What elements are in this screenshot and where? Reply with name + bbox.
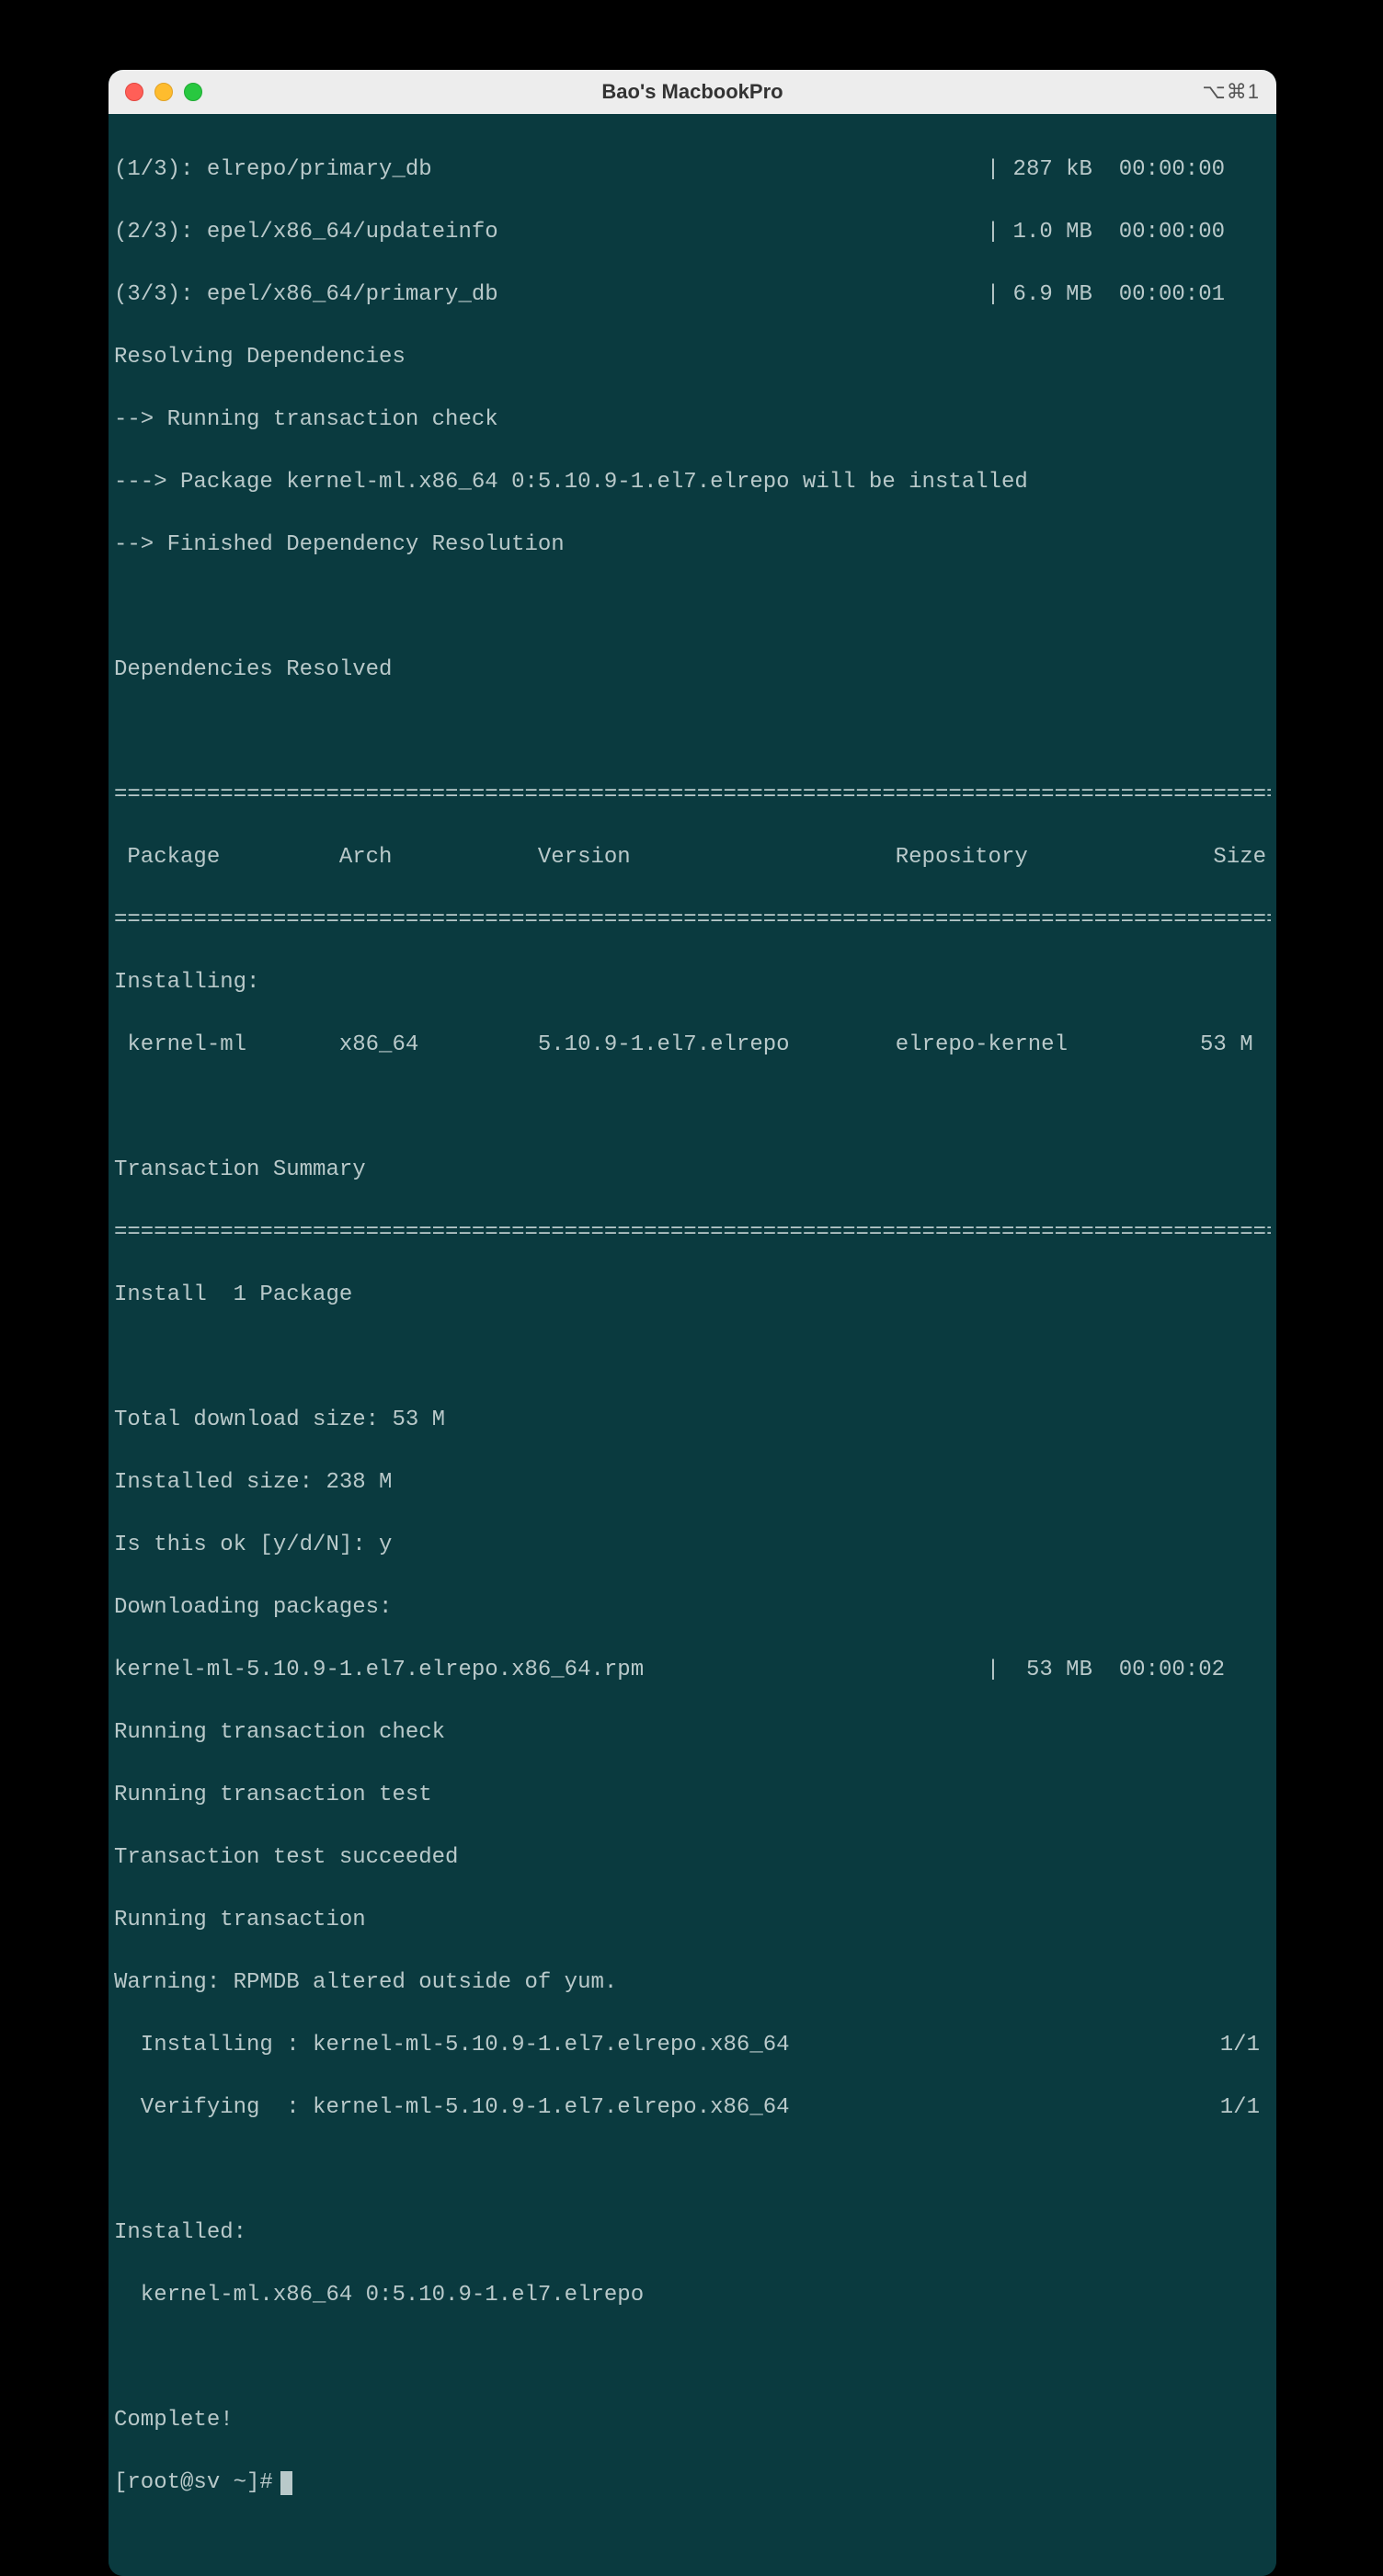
table-header: Package Arch Version Repository Size [114, 842, 1271, 873]
terminal-line [114, 2155, 1271, 2186]
terminal-line: Install 1 Package [114, 1280, 1271, 1311]
terminal-window: Bao's MacbookPro ⌥⌘1 (1/3): elrepo/prima… [109, 70, 1276, 2576]
terminal-line: Installed: [114, 2217, 1271, 2249]
terminal-line: Transaction Summary [114, 1155, 1271, 1186]
terminal-line: Running transaction [114, 1905, 1271, 1936]
terminal-line [114, 1342, 1271, 1373]
download-row: (1/3): elrepo/primary_db| 287 kB 00:00:0… [114, 154, 1271, 186]
separator: ========================================… [114, 1217, 1271, 1248]
window-shortcut-label: ⌥⌘1 [1202, 80, 1260, 104]
window-controls [125, 83, 202, 101]
window-title: Bao's MacbookPro [109, 80, 1276, 104]
confirm-prompt: Is this ok [y/d/N]: y [114, 1530, 1271, 1561]
terminal-line [114, 2342, 1271, 2374]
separator: ========================================… [114, 905, 1271, 936]
download-row: kernel-ml-5.10.9-1.el7.elrepo.x86_64.rpm… [114, 1655, 1271, 1686]
terminal-line: ---> Package kernel-ml.x86_64 0:5.10.9-1… [114, 467, 1271, 498]
terminal-line: Installed size: 238 M [114, 1467, 1271, 1499]
progress-row: Installing : kernel-ml-5.10.9-1.el7.elre… [114, 2030, 1271, 2061]
terminal-line: Total download size: 53 M [114, 1405, 1271, 1436]
terminal-line: Complete! [114, 2405, 1271, 2436]
download-row: (3/3): epel/x86_64/primary_db| 6.9 MB 00… [114, 279, 1271, 311]
terminal-line [114, 717, 1271, 748]
close-icon[interactable] [125, 83, 143, 101]
minimize-icon[interactable] [154, 83, 173, 101]
prompt[interactable]: [root@sv ~]# [114, 2468, 1271, 2499]
terminal-line: --> Running transaction check [114, 405, 1271, 436]
cursor-icon [280, 2471, 292, 2495]
titlebar: Bao's MacbookPro ⌥⌘1 [109, 70, 1276, 114]
terminal-line: Downloading packages: [114, 1592, 1271, 1624]
terminal-line: Transaction test succeeded [114, 1842, 1271, 1874]
zoom-icon[interactable] [184, 83, 202, 101]
terminal-line: Resolving Dependencies [114, 342, 1271, 373]
table-row: kernel-ml x86_64 5.10.9-1.el7.elrepo elr… [114, 1030, 1271, 1061]
terminal-line: Installing: [114, 967, 1271, 998]
terminal-line: kernel-ml.x86_64 0:5.10.9-1.el7.elrepo [114, 2280, 1271, 2311]
terminal-line: --> Finished Dependency Resolution [114, 530, 1271, 561]
terminal-line: Running transaction test [114, 1780, 1271, 1811]
progress-row: Verifying : kernel-ml-5.10.9-1.el7.elrep… [114, 2092, 1271, 2124]
terminal-line: Dependencies Resolved [114, 655, 1271, 686]
terminal-line [114, 592, 1271, 623]
terminal-line [114, 1092, 1271, 1123]
separator: ========================================… [114, 780, 1271, 811]
terminal-line: Running transaction check [114, 1717, 1271, 1749]
download-row: (2/3): epel/x86_64/updateinfo| 1.0 MB 00… [114, 217, 1271, 248]
terminal-body[interactable]: (1/3): elrepo/primary_db| 287 kB 00:00:0… [109, 114, 1276, 2576]
terminal-line: Warning: RPMDB altered outside of yum. [114, 1967, 1271, 1999]
